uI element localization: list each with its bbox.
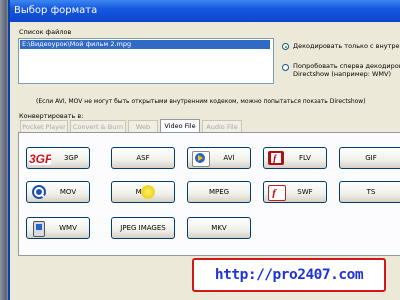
pda-icon bbox=[33, 221, 45, 237]
format-flv-button[interactable]: f FLV bbox=[263, 147, 327, 169]
format-3gp-button[interactable]: 3GP 3GP bbox=[26, 147, 90, 169]
video-file-panel: 3GP 3GP ASF AVI f FLV GIF MOV MPEG f SWF… bbox=[18, 132, 400, 256]
format-mkv-button[interactable]: MKV bbox=[187, 217, 251, 239]
format-label: SWF bbox=[297, 188, 313, 196]
format-asf-button[interactable]: ASF bbox=[111, 147, 175, 169]
format-avi-button[interactable]: AVI bbox=[187, 147, 251, 169]
format-label: ASF bbox=[136, 154, 150, 162]
file-list-item[interactable]: E:\Видеоурок\Мой фильм 2.mpg bbox=[20, 40, 270, 49]
decode-directshow-radio[interactable] bbox=[282, 64, 289, 71]
format-label: MOV bbox=[59, 188, 77, 196]
cursor-highlight bbox=[141, 185, 155, 199]
file-list-label: Список файлов bbox=[19, 28, 72, 36]
tab-audio-file[interactable]: Audio File bbox=[202, 120, 242, 132]
format-mpeg-button[interactable]: MPEG bbox=[187, 181, 251, 203]
format-label: TS bbox=[366, 188, 376, 196]
svg-text:3GP: 3GP bbox=[29, 152, 51, 165]
decode-internal-label: Декодировать только с внутренн bbox=[293, 42, 400, 50]
format-gif-button[interactable]: GIF bbox=[339, 147, 400, 169]
format-label: MPEG bbox=[208, 188, 230, 196]
format-label: AVI bbox=[223, 154, 235, 162]
decode-directshow-label-line2: Directshow (например: WMV) bbox=[293, 70, 391, 78]
format-tabs: Pocket Player Convert & Burn Web Video F… bbox=[18, 119, 400, 256]
svg-text:f: f bbox=[272, 186, 277, 198]
format-dialog: Выбор формата Список файлов E:\Видеоурок… bbox=[8, 0, 400, 300]
format-label: 3GP bbox=[63, 154, 79, 162]
decode-internal-radio[interactable] bbox=[282, 43, 289, 50]
quicktime-icon bbox=[32, 185, 46, 199]
format-ts-button[interactable]: TS bbox=[339, 181, 400, 203]
watermark-url: http://pro2407.com bbox=[192, 258, 386, 292]
format-label: GIF bbox=[365, 154, 377, 162]
tab-pocket-player[interactable]: Pocket Player bbox=[20, 120, 68, 132]
format-label: MKV bbox=[211, 224, 227, 232]
tab-web[interactable]: Web bbox=[128, 120, 158, 132]
flash-video-icon: f bbox=[268, 151, 284, 165]
format-mov-button[interactable]: MOV bbox=[26, 181, 90, 203]
decode-note: (Если AVI, MOV не могут быть открытыми в… bbox=[36, 98, 366, 105]
3gp-logo-icon: 3GP bbox=[29, 151, 54, 166]
convert-to-label: Конвертировать в: bbox=[19, 112, 84, 120]
format-label: JPEG IMAGES bbox=[120, 224, 166, 232]
tab-video-file[interactable]: Video File bbox=[160, 119, 200, 132]
format-jpeg-images-button[interactable]: JPEG IMAGES bbox=[111, 217, 175, 239]
format-label: WMV bbox=[59, 224, 77, 232]
format-wmv-button[interactable]: WMV bbox=[26, 217, 90, 239]
window-title: Выбор формата bbox=[10, 0, 400, 22]
format-swf-button[interactable]: f SWF bbox=[263, 181, 327, 203]
decode-directshow-label-line1: Попробовать сперва декодирова bbox=[293, 62, 400, 70]
format-label: FLV bbox=[299, 154, 311, 162]
tab-convert-burn[interactable]: Convert & Burn bbox=[70, 120, 126, 132]
file-list[interactable]: E:\Видеоурок\Мой фильм 2.mpg bbox=[18, 38, 274, 84]
